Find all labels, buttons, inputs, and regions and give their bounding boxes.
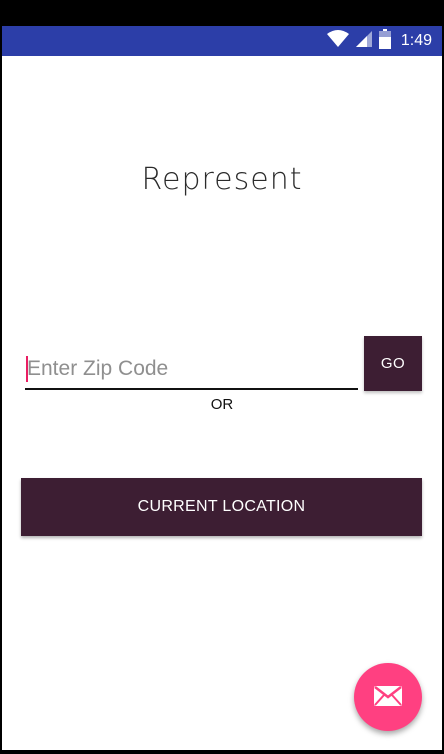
status-icons: 1:49 bbox=[326, 26, 432, 56]
or-divider-label: OR bbox=[210, 396, 234, 413]
app-title: Represent bbox=[141, 162, 303, 197]
email-fab-button[interactable] bbox=[354, 663, 422, 731]
status-time: 1:49 bbox=[400, 32, 432, 49]
go-button[interactable]: GO bbox=[364, 336, 422, 391]
device-frame: 1:49 Represent GO OR CURRENT LOCATION bbox=[0, 0, 444, 754]
zip-code-input[interactable] bbox=[25, 350, 358, 390]
text-cursor bbox=[26, 356, 28, 382]
zip-search-row: GO bbox=[25, 336, 422, 392]
envelope-icon bbox=[373, 685, 403, 710]
app-screen: 1:49 Represent GO OR CURRENT LOCATION bbox=[2, 26, 442, 750]
battery-icon bbox=[378, 28, 391, 54]
wifi-icon bbox=[326, 29, 349, 53]
current-location-button[interactable]: CURRENT LOCATION bbox=[21, 478, 422, 536]
cell-signal-icon bbox=[355, 30, 373, 53]
status-bar: 1:49 bbox=[2, 26, 442, 56]
